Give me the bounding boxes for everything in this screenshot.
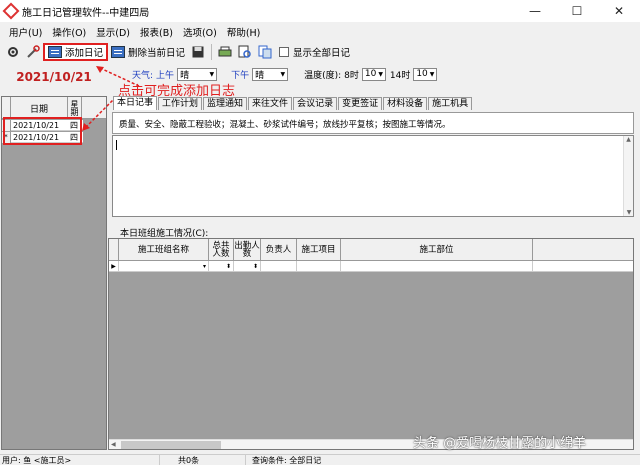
status-bar: 用户: 鱼 <施工员> 共0条 查询条件: 全部日记	[0, 454, 640, 465]
tab-correspondence[interactable]: 来往文件	[248, 97, 293, 110]
title-bar: 施工日记管理软件--中建四局 — ☐ ✕	[0, 0, 640, 22]
chevron-down-icon: ▼	[378, 70, 383, 78]
preview-icon[interactable]	[237, 44, 253, 60]
t14-label: 14时	[389, 70, 411, 81]
scroll-up-icon[interactable]: ▲	[624, 136, 633, 143]
weather-label: 天气:	[132, 70, 154, 81]
am-weather-value: 晴	[180, 70, 190, 81]
record-tabs: 本日记事 工作计划 监理通知 来往文件 会议记录 变更签证 材料设备 施工机具	[113, 96, 473, 110]
row-marker-header	[2, 97, 11, 119]
t8-label: 8时	[344, 70, 359, 81]
app-logo-icon	[2, 2, 20, 20]
delete-diary-button[interactable]: 删除当前日记	[108, 43, 188, 61]
close-button[interactable]: ✕	[598, 0, 640, 22]
work-item-cell[interactable]	[297, 261, 341, 272]
tab-supervision-notice[interactable]: 监理通知	[203, 97, 248, 110]
col-work-location[interactable]: 施工部位	[341, 239, 533, 261]
status-query: 查询条件: 全部日记	[252, 456, 322, 465]
menu-bar: 用户(U) 操作(O) 显示(D) 报表(B) 选项(O) 帮助(H)	[0, 22, 640, 41]
add-diary-icon	[48, 46, 62, 58]
temp-label: 温度(度):	[304, 70, 342, 81]
toolbar-separator	[211, 44, 213, 60]
memo-scrollbar[interactable]: ▲ ▼	[623, 136, 633, 216]
chevron-down-icon: ▼	[429, 70, 435, 78]
print-icon[interactable]	[217, 44, 233, 60]
pm-weather-value: 晴	[255, 70, 265, 81]
tab-work-plan[interactable]: 工作计划	[158, 97, 203, 110]
delete-diary-label: 删除当前日记	[128, 48, 186, 59]
scroll-thumb[interactable]	[121, 441, 221, 449]
show-all-box[interactable]	[279, 47, 290, 57]
menu-report[interactable]: 报表(B)	[135, 25, 178, 39]
current-row-icon: ▶	[109, 261, 119, 272]
col-date[interactable]: 日期	[11, 97, 68, 119]
add-diary-button[interactable]: 添加日记	[43, 43, 109, 61]
menu-display[interactable]: 显示(D)	[91, 25, 135, 39]
maximize-button[interactable]: ☐	[556, 0, 598, 22]
team-name-cell[interactable]: ▾	[119, 261, 209, 272]
app-window: 施工日记管理软件--中建四局 — ☐ ✕ 用户(U) 操作(O) 显示(D) 报…	[0, 0, 640, 465]
t14-select[interactable]: 10 ▼	[413, 67, 438, 81]
col-work-item[interactable]: 施工项目	[297, 239, 341, 261]
status-user: 用户: 鱼 <施工员>	[0, 455, 160, 465]
watermark: 头条 @爱喝杨枝甘露的小绵羊	[413, 436, 587, 451]
t8-select[interactable]: 10 ▼	[361, 67, 386, 81]
delete-diary-icon	[111, 46, 126, 58]
col-person-in-charge[interactable]: 负责人	[261, 239, 297, 261]
menu-options[interactable]: 选项(O)	[178, 25, 222, 39]
chevron-down-icon: ▼	[280, 70, 286, 78]
scroll-left-icon[interactable]: ◀	[111, 440, 116, 450]
t8-value: 10	[364, 69, 377, 79]
team-grid-header: 施工班组名称 总共人数 出勤人数 负责人 施工项目 施工部位	[109, 239, 633, 261]
gear-icon[interactable]	[5, 44, 21, 60]
window-title: 施工日记管理软件--中建四局	[22, 7, 150, 19]
export-icon[interactable]	[257, 44, 273, 60]
tab-daily-notes[interactable]: 本日记事	[113, 96, 158, 110]
menu-operation[interactable]: 操作(O)	[47, 25, 91, 39]
col-team-name[interactable]: 施工班组名称	[119, 239, 209, 261]
text-caret	[116, 140, 117, 150]
work-location-cell[interactable]	[341, 261, 533, 272]
tools-icon[interactable]	[25, 44, 41, 60]
add-diary-label: 添加日记	[65, 48, 104, 59]
tab-change-visa[interactable]: 变更签证	[338, 97, 383, 110]
person-cell[interactable]	[261, 261, 297, 272]
current-date: 2021/10/21	[16, 70, 92, 84]
pm-label: 下午	[231, 70, 250, 81]
daily-notes-textarea[interactable]: ▲ ▼	[112, 135, 634, 217]
tab-materials[interactable]: 材料设备	[383, 97, 428, 110]
save-icon[interactable]	[190, 44, 206, 60]
attendance-cell[interactable]: ⬍	[234, 261, 261, 272]
weather-row: 天气: 上午 晴 ▼ 下午 晴 ▼ 温度(度): 8时 10 ▼ 14时 10 ▼	[132, 67, 640, 81]
team-grid: 施工班组名称 总共人数 出勤人数 负责人 施工项目 施工部位 ▶ ▾ ⬍ ⬍ ◀	[108, 238, 634, 450]
table-row[interactable]: ▶ ▾ ⬍ ⬍	[109, 261, 633, 272]
window-controls: — ☐ ✕	[514, 0, 640, 22]
menu-user[interactable]: 用户(U)	[4, 25, 47, 39]
toolbar: 添加日记 删除当前日记 显示全部日记	[0, 41, 640, 63]
tab-meeting-minutes[interactable]: 会议记录	[293, 97, 338, 110]
t14-value: 10	[416, 69, 428, 79]
pm-weather-select[interactable]: 晴 ▼	[252, 67, 289, 81]
show-all-checkbox[interactable]: 显示全部日记	[279, 45, 350, 59]
highlight-box	[3, 117, 82, 145]
minimize-button[interactable]: —	[514, 0, 556, 22]
show-all-label: 显示全部日记	[293, 48, 351, 59]
total-people-cell[interactable]: ⬍	[209, 261, 234, 272]
scroll-down-icon[interactable]: ▼	[624, 209, 634, 216]
am-label: 上午	[156, 70, 175, 81]
chevron-down-icon: ▼	[209, 70, 215, 78]
menu-help[interactable]: 帮助(H)	[222, 25, 266, 39]
row-marker-header	[109, 239, 119, 261]
diary-list: 日期 星期 2021/10/21 四 * 2021/10/21 四	[1, 96, 107, 450]
tab-hint: 质量、安全、隐蔽工程验收；混凝土、砂浆试件编号；放线抄平复核；按图施工等情况。	[112, 112, 634, 134]
tab-machinery[interactable]: 施工机具	[428, 97, 473, 110]
am-weather-select[interactable]: 晴 ▼	[177, 67, 218, 81]
col-total-people[interactable]: 总共人数	[209, 239, 234, 261]
status-count: 共0条	[176, 455, 246, 465]
col-attendance[interactable]: 出勤人数	[234, 239, 261, 261]
